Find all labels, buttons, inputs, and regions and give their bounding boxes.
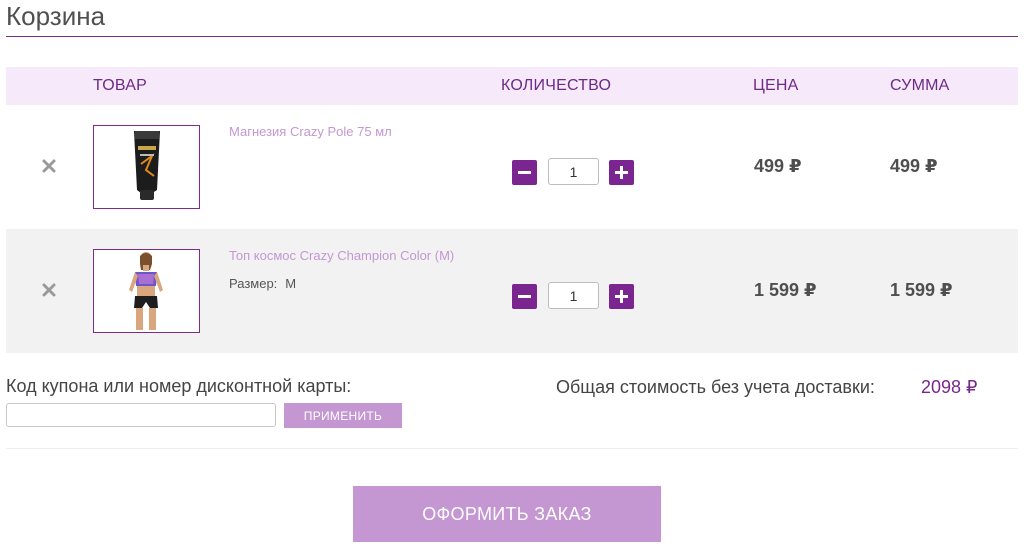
checkout-button[interactable]: ОФОРМИТЬ ЗАКАЗ (353, 486, 661, 542)
cart-table-header: ТОВАР КОЛИЧЕСТВО ЦЕНА СУММА (6, 67, 1018, 105)
apply-coupon-button[interactable]: ПРИМЕНИТЬ (284, 403, 402, 428)
cart-row: Магнезия Crazy Pole 75 мл 499 ₽ 499 ₽ (6, 105, 1018, 229)
minus-icon (518, 295, 531, 298)
remove-item-button[interactable] (40, 281, 58, 299)
product-image[interactable] (93, 249, 200, 333)
quantity-input[interactable] (548, 282, 599, 309)
total-label: Общая стоимость без учета доставки: (556, 377, 875, 397)
plus-icon (615, 290, 628, 303)
increase-quantity-button[interactable] (609, 284, 634, 309)
item-sum: 499 ₽ (890, 156, 938, 176)
column-header-sum: СУММА (890, 77, 950, 94)
title-divider (6, 36, 1018, 37)
decrease-quantity-button[interactable] (512, 160, 537, 185)
total-value: 2098 ₽ (921, 377, 978, 397)
remove-item-button[interactable] (40, 157, 58, 175)
column-header-product: ТОВАР (93, 77, 147, 94)
property-value: M (285, 276, 297, 291)
increase-quantity-button[interactable] (609, 160, 634, 185)
property-label: Размер: (229, 276, 278, 291)
column-header-quantity: КОЛИЧЕСТВО (501, 77, 612, 94)
coupon-input[interactable] (6, 403, 276, 427)
cart-row: Топ космос Crazy Champion Color (M) Разм… (6, 229, 1018, 353)
item-price: 1 599 ₽ (754, 280, 817, 300)
close-icon (42, 283, 56, 297)
product-name-link[interactable]: Магнезия Crazy Pole 75 мл (229, 124, 392, 139)
coupon-label: Код купона или номер дисконтной карты: (6, 376, 352, 396)
minus-icon (518, 171, 531, 174)
item-price: 499 ₽ (754, 156, 802, 176)
section-divider (6, 448, 1018, 449)
magnesia-tube-image (94, 126, 199, 208)
close-icon (42, 159, 56, 173)
sport-top-model-image (94, 250, 199, 332)
page-title: Корзина (6, 1, 106, 31)
item-sum: 1 599 ₽ (890, 280, 953, 300)
plus-icon (615, 166, 628, 179)
product-property: Размер: M (229, 276, 296, 291)
quantity-input[interactable] (548, 158, 599, 185)
column-header-price: ЦЕНА (753, 77, 799, 94)
product-name-link[interactable]: Топ космос Crazy Champion Color (M) (229, 248, 454, 263)
decrease-quantity-button[interactable] (512, 284, 537, 309)
product-image[interactable] (93, 125, 200, 209)
